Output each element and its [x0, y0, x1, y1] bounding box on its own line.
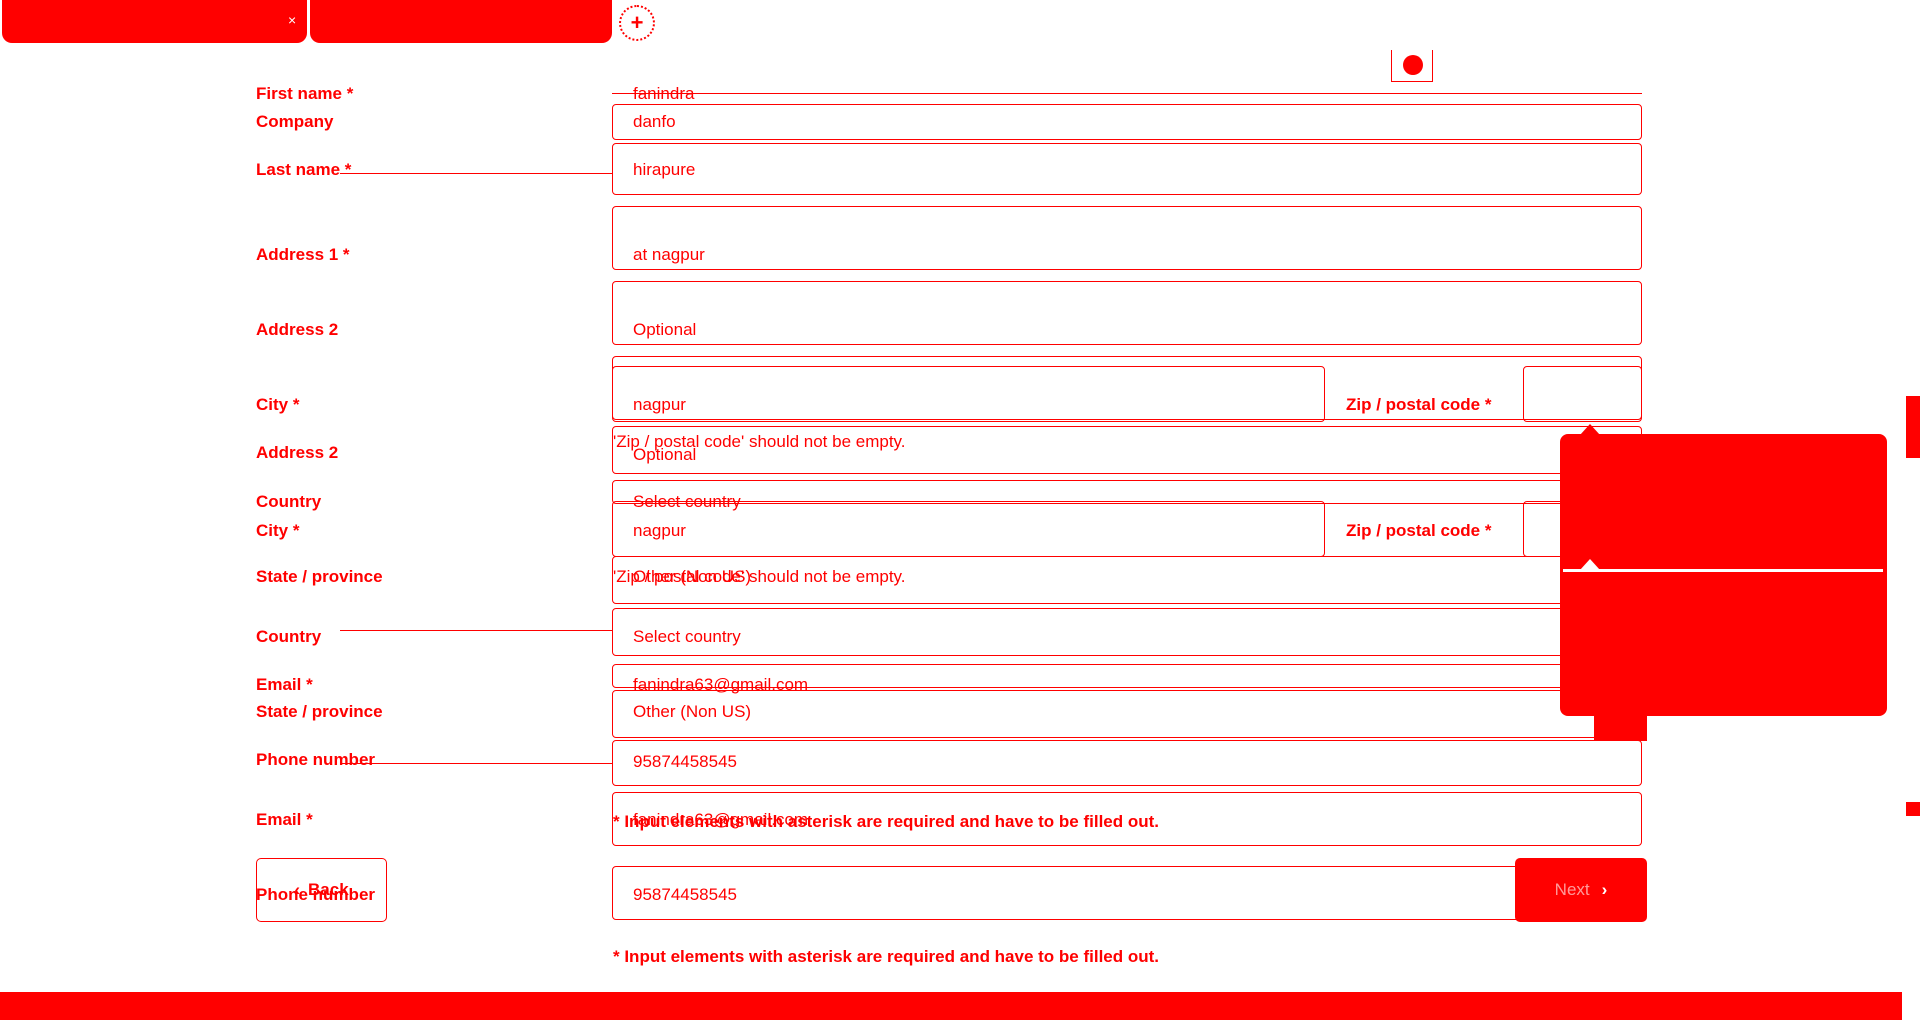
next-button-label: Next — [1554, 880, 1590, 899]
divider — [340, 173, 612, 174]
record-button[interactable] — [1391, 50, 1433, 82]
chevron-left-icon: ‹ — [294, 880, 301, 899]
state-value-b: Other (Non US) — [633, 702, 752, 721]
state-select-b[interactable] — [612, 690, 1642, 738]
back-button[interactable]: ‹ Back — [256, 858, 387, 922]
zip-input[interactable] — [1523, 366, 1642, 422]
last-name-input[interactable] — [612, 143, 1642, 195]
address2-placeholder: Optional — [633, 320, 697, 339]
close-icon[interactable]: × — [288, 12, 296, 28]
first-name-label: First name * — [256, 84, 354, 103]
tab-strip: × + — [0, 0, 1920, 48]
phone-label: Phone number — [256, 750, 376, 769]
chevron-right-icon: › — [1601, 880, 1608, 899]
city-input-b[interactable] — [612, 501, 1325, 557]
phone-input-b[interactable] — [612, 866, 1642, 920]
phone-value: 95874458545 — [633, 752, 738, 771]
address2-placeholder-b: Optional — [633, 445, 697, 464]
first-name-input-edge[interactable] — [612, 93, 1642, 94]
last-name-value: hirapure — [633, 160, 696, 179]
required-note-b: * Input elements with asterisk are requi… — [613, 947, 1160, 966]
city-value-b: nagpur — [633, 521, 686, 540]
footer-bar — [0, 992, 1902, 1020]
plus-icon: + — [630, 10, 644, 35]
phone-input[interactable] — [612, 740, 1642, 786]
company-value: danfo — [633, 112, 676, 131]
tooltip-caret-inner — [1580, 559, 1600, 570]
zip-label: Zip / postal code * — [1346, 395, 1492, 414]
zip-label-b: Zip / postal code * — [1346, 521, 1492, 540]
city-value: nagpur — [633, 395, 686, 414]
zip-error-b: 'Zip / postal code' should not be empty. — [613, 567, 906, 586]
browser-tab-1[interactable]: × — [2, 0, 307, 43]
address2-input[interactable] — [612, 281, 1642, 345]
tooltip-divider — [1563, 569, 1883, 572]
address2-label: Address 2 — [256, 320, 339, 339]
country-label: Country — [256, 492, 322, 511]
address1-input[interactable] — [612, 206, 1642, 270]
company-input[interactable] — [612, 104, 1642, 140]
scrollbar-thumb[interactable] — [1906, 396, 1920, 458]
browser-tab-2[interactable] — [310, 0, 612, 43]
address1-label: Address 1 * — [256, 245, 350, 264]
record-icon — [1403, 55, 1423, 75]
divider — [340, 630, 612, 631]
tooltip-tail — [1594, 712, 1647, 741]
address2-label-alt: Address 2 — [256, 443, 339, 462]
state-label-b: State / province — [256, 702, 383, 721]
email-label: Email * — [256, 675, 313, 694]
validation-tooltip — [1560, 434, 1887, 716]
country-select-b[interactable] — [612, 608, 1642, 656]
state-label: State / province — [256, 567, 383, 586]
email-label-b: Email * — [256, 810, 313, 829]
divider — [340, 763, 612, 764]
address1-value: at nagpur — [633, 245, 705, 264]
new-tab-button[interactable]: + — [619, 5, 655, 41]
country-value-b: Select country — [633, 627, 741, 646]
address2-input-b[interactable] — [612, 426, 1642, 474]
company-label: Company — [256, 112, 334, 131]
next-button[interactable]: Next › — [1515, 858, 1647, 922]
city-label-b: City * — [256, 521, 300, 540]
back-button-label: Back — [308, 880, 349, 899]
country-label-b: Country — [256, 627, 322, 646]
phone-value-b: 95874458545 — [633, 885, 738, 904]
city-input[interactable] — [612, 366, 1325, 422]
required-note: * Input elements with asterisk are requi… — [613, 812, 1160, 831]
last-name-label: Last name * — [256, 160, 352, 179]
city-label: City * — [256, 395, 300, 414]
scrollbar-marker — [1906, 802, 1920, 816]
